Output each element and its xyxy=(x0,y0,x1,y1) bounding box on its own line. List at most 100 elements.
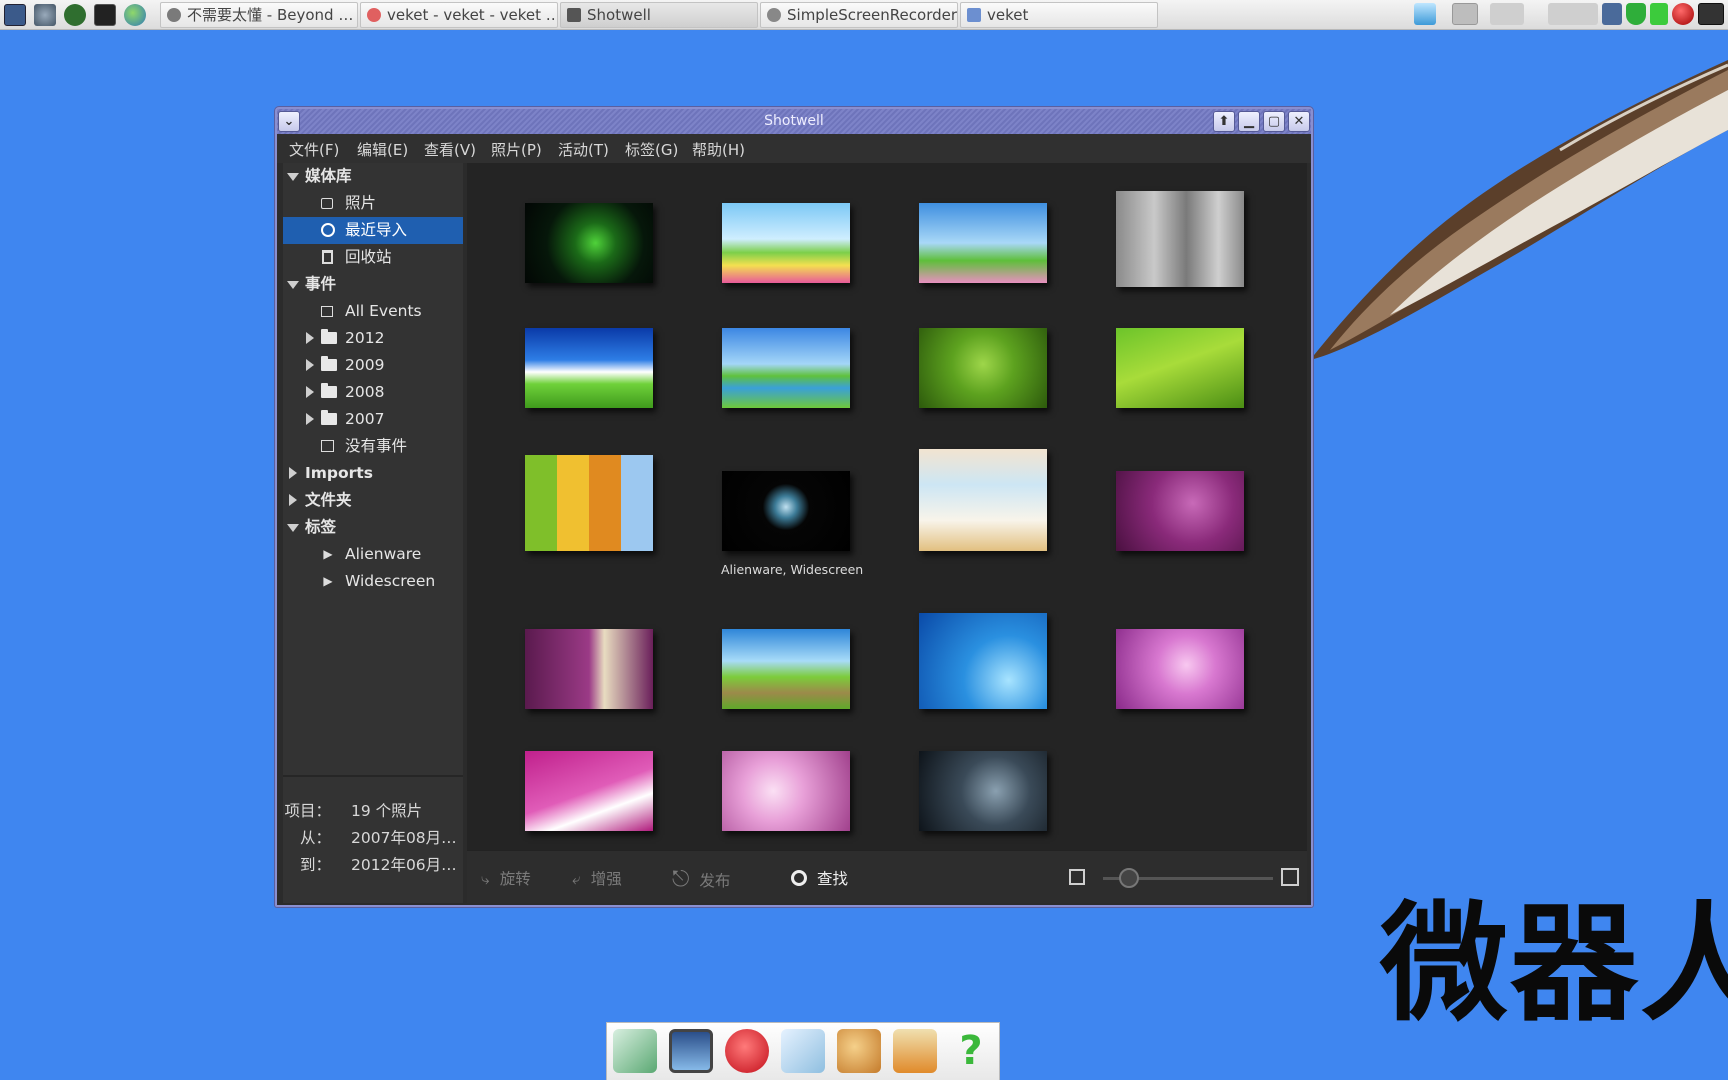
expand-arrow-icon[interactable] xyxy=(306,332,314,344)
enhance-button[interactable]: ⤶ 增强 xyxy=(572,867,622,889)
sidebar-item-2009[interactable]: 2009 xyxy=(283,352,463,379)
audio-icon xyxy=(167,8,181,22)
publish-button[interactable]: ⎋ 发布 xyxy=(672,867,730,892)
photo-thumbnail[interactable] xyxy=(722,203,850,283)
bottom-toolbar: ⤷ 旋转 ⤶ 增强 ⎋ 发布 查找 xyxy=(467,850,1307,903)
photo-thumbnail[interactable] xyxy=(722,751,850,831)
media-player-icon[interactable] xyxy=(64,4,86,26)
photo-thumbnail[interactable] xyxy=(525,328,653,408)
collapse-arrow-icon[interactable] xyxy=(287,524,299,532)
rotate-button[interactable]: ⤷ 旋转 xyxy=(481,867,531,889)
photo-thumbnail[interactable] xyxy=(722,471,850,551)
photo-thumbnail[interactable] xyxy=(525,629,653,709)
folder-icon xyxy=(321,329,337,344)
find-button[interactable]: 查找 xyxy=(791,867,848,889)
menu-events[interactable]: 活动(T) xyxy=(558,139,609,160)
network-icon[interactable] xyxy=(1602,3,1622,25)
network-monitor-icon[interactable] xyxy=(1414,3,1436,25)
photo-thumbnail[interactable] xyxy=(525,203,653,283)
window-maximize-button[interactable]: ▢ xyxy=(1263,111,1285,132)
window-icon[interactable] xyxy=(1452,3,1478,25)
menu-photo[interactable]: 照片(P) xyxy=(491,139,542,160)
record-icon[interactable] xyxy=(1672,3,1694,25)
photo-thumbnail[interactable] xyxy=(919,613,1047,709)
window-menu-button[interactable]: ⌄ xyxy=(278,111,300,132)
sidebar-section-tags[interactable]: 标签 xyxy=(283,514,463,541)
search-icon xyxy=(791,870,807,886)
status-from-label: 从： xyxy=(299,829,331,847)
globe-icon[interactable] xyxy=(124,4,146,26)
document-icon[interactable] xyxy=(781,1029,825,1073)
sidebar-item-trash[interactable]: 回收站 xyxy=(283,244,463,271)
menu-help[interactable]: 帮助(H) xyxy=(692,139,745,160)
terminal-icon[interactable] xyxy=(94,4,116,26)
sidebar-item-tag-widescreen[interactable]: ▶ Widescreen xyxy=(283,568,463,595)
help-icon[interactable]: ? xyxy=(949,1029,993,1073)
task-veket-folder[interactable]: veket xyxy=(960,2,1158,28)
photo-thumbnail[interactable] xyxy=(919,203,1047,283)
sidebar-section-library[interactable]: 媒体库 xyxy=(283,163,463,190)
window-minimize-button[interactable]: ▁ xyxy=(1238,111,1260,132)
task-screen-recorder[interactable]: SimpleScreenRecorder xyxy=(760,2,958,28)
share-icon: ⎋ xyxy=(672,867,690,892)
menu-file[interactable]: 文件(F) xyxy=(289,139,339,160)
menu-view[interactable]: 查看(V) xyxy=(424,139,476,160)
sidebar-item-tag-alienware[interactable]: ▶ Alienware xyxy=(283,541,463,568)
monitor-icon[interactable] xyxy=(669,1029,713,1073)
sidebar-item-label: 没有事件 xyxy=(345,437,408,455)
desktop-watermark-text: 微器人 xyxy=(1380,890,1728,1039)
zoom-in-icon[interactable] xyxy=(1281,868,1299,886)
zoom-out-icon[interactable] xyxy=(1069,869,1085,885)
menu-tags[interactable]: 标签(G) xyxy=(625,139,678,160)
sidebar-item-2012[interactable]: 2012 xyxy=(283,325,463,352)
sidebar-section-label: Imports xyxy=(305,464,373,482)
system-monitor-icon[interactable] xyxy=(4,4,26,26)
veket-icon[interactable] xyxy=(893,1029,937,1073)
shield-icon[interactable] xyxy=(1626,3,1646,25)
photo-thumbnail[interactable] xyxy=(722,328,850,408)
sidebar-item-2008[interactable]: 2008 xyxy=(283,379,463,406)
settings-icon[interactable] xyxy=(34,4,56,26)
expand-arrow-icon[interactable] xyxy=(289,494,297,506)
sidebar-item-all-events[interactable]: All Events xyxy=(283,298,463,325)
expand-arrow-icon[interactable] xyxy=(289,467,297,479)
photo-thumbnail[interactable] xyxy=(1116,191,1244,287)
task-beyond[interactable]: 不需要太懂 - Beyond … xyxy=(160,2,358,28)
collapse-arrow-icon[interactable] xyxy=(287,173,299,181)
sidebar-section-imports[interactable]: Imports xyxy=(283,460,463,487)
sidebar-item-no-event[interactable]: 没有事件 xyxy=(283,433,463,460)
collapse-arrow-icon[interactable] xyxy=(287,281,299,289)
sidebar-section-folders[interactable]: 文件夹 xyxy=(283,487,463,514)
photos-icon xyxy=(321,198,333,209)
photo-thumbnail[interactable] xyxy=(919,751,1047,831)
photo-thumbnail[interactable] xyxy=(525,455,653,551)
zoom-slider-handle[interactable] xyxy=(1118,868,1139,888)
expand-arrow-icon[interactable] xyxy=(306,413,314,425)
photo-thumbnail[interactable] xyxy=(1116,471,1244,551)
photo-thumbnail[interactable] xyxy=(525,751,653,831)
feather-wallpaper xyxy=(1310,60,1728,360)
keyboard-icon[interactable] xyxy=(1698,3,1724,25)
window-raise-button[interactable]: ⬆ xyxy=(1213,111,1235,132)
paint-icon[interactable] xyxy=(837,1029,881,1073)
sidebar-section-events[interactable]: 事件 xyxy=(283,271,463,298)
photo-thumbnail[interactable] xyxy=(919,328,1047,408)
photo-thumbnail[interactable] xyxy=(1116,629,1244,709)
file-manager-icon[interactable] xyxy=(613,1029,657,1073)
menu-edit[interactable]: 编辑(E) xyxy=(357,139,408,160)
window-titlebar[interactable]: ⌄ Shotwell ⬆ ▁ ▢ ✕ xyxy=(277,109,1311,134)
expand-arrow-icon[interactable] xyxy=(306,359,314,371)
photo-thumbnail[interactable] xyxy=(1116,328,1244,408)
sidebar-item-2007[interactable]: 2007 xyxy=(283,406,463,433)
window-close-button[interactable]: ✕ xyxy=(1288,111,1310,132)
battery-icon[interactable] xyxy=(1650,3,1668,25)
photo-thumbnail[interactable] xyxy=(722,629,850,709)
sidebar-item-label: 2012 xyxy=(345,329,385,347)
photo-thumbnail[interactable] xyxy=(919,449,1047,551)
sidebar-item-photos[interactable]: 照片 xyxy=(283,190,463,217)
sidebar-item-recent-imports[interactable]: 最近导入 xyxy=(283,217,463,244)
mascot-icon[interactable] xyxy=(725,1029,769,1073)
task-shotwell[interactable]: Shotwell xyxy=(560,2,758,28)
task-veket-browser[interactable]: veket - veket - veket … xyxy=(360,2,558,28)
expand-arrow-icon[interactable] xyxy=(306,386,314,398)
